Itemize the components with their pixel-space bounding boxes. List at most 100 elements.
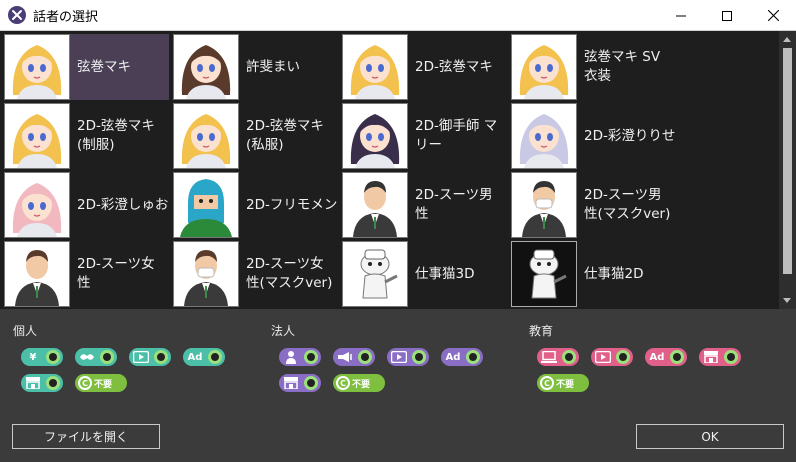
speaker-name: 2D-御手師 マ リー — [415, 118, 498, 153]
copyright-icon: C — [540, 376, 554, 390]
ad-badge: Ad — [645, 348, 687, 366]
speaker-item[interactable]: 2D-弦巻マキ (制服) — [4, 103, 169, 169]
video-play-icon — [387, 348, 411, 366]
speaker-avatar — [342, 103, 408, 169]
video-play-icon — [129, 348, 153, 366]
speaker-name: 2D-スーツ男 性 — [415, 187, 493, 222]
credit-not-required: 不要 — [556, 379, 575, 390]
speaker-item[interactable]: 2D-フリモメン — [173, 172, 338, 238]
modification-badge — [75, 348, 117, 366]
copyright-icon: C — [336, 376, 350, 390]
maximize-button[interactable] — [704, 0, 750, 31]
ad-badge: Ad — [441, 348, 483, 366]
speaker-name: 2D-弦巻マキ (制服) — [77, 118, 155, 153]
speaker-item[interactable]: 2D-弦巻マキ (私服) — [173, 103, 338, 169]
speaker-item[interactable]: 許斐まい — [173, 34, 338, 100]
speaker-name: 2D-スーツ女 性 — [77, 256, 155, 291]
speaker-item[interactable]: 2D-御手師 マ リー — [342, 103, 507, 169]
speaker-avatar — [511, 241, 577, 307]
shop-icon — [699, 348, 723, 366]
credit-not-required: 不要 — [352, 379, 371, 390]
speaker-name: 許斐まい — [246, 58, 300, 75]
close-icon — [767, 10, 779, 21]
shop-badge — [279, 374, 321, 392]
ad-icon: Ad — [445, 351, 461, 363]
ad-icon: Ad — [649, 351, 665, 363]
speaker-name: 弦巻マキ SV 衣装 — [584, 49, 661, 84]
speaker-avatar — [342, 241, 408, 307]
speaker-avatar — [511, 172, 577, 238]
speaker-avatar — [4, 172, 70, 238]
video-badge — [387, 348, 429, 366]
window-title: 話者の選択 — [33, 9, 99, 25]
license-group-corporate: 法人 Ad C 不要 — [270, 322, 483, 392]
speaker-name: 2D-スーツ男 性(マスクver) — [584, 187, 671, 222]
broadcast-badge — [333, 348, 375, 366]
title-bar: 話者の選択 — [0, 0, 796, 31]
speaker-avatar — [511, 103, 577, 169]
person-badge — [279, 348, 321, 366]
speaker-avatar — [173, 103, 239, 169]
speaker-name: 仕事猫2D — [584, 265, 644, 282]
speaker-avatar — [173, 241, 239, 307]
computer-icon — [537, 348, 561, 366]
speaker-avatar — [511, 34, 577, 100]
speaker-item[interactable]: 仕事猫2D — [511, 241, 676, 307]
yen-icon: ¥ — [29, 351, 37, 363]
credit-badge: C 不要 — [537, 374, 589, 392]
minimize-button[interactable] — [658, 0, 704, 31]
shop-icon — [279, 374, 303, 392]
speaker-name: 2D-彩澄りりせ — [584, 127, 676, 144]
copyright-icon: C — [78, 376, 92, 390]
shop-badge — [699, 348, 741, 366]
speaker-item[interactable]: 2D-彩澄しゅお — [4, 172, 169, 238]
speaker-name: 2D-フリモメン — [246, 196, 338, 213]
license-group-personal: 個人 ¥ Ad C 不要 — [12, 322, 225, 392]
speaker-item[interactable]: 2D-スーツ男 性(マスクver) — [511, 172, 676, 238]
speaker-name: 2D-弦巻マキ (私服) — [246, 118, 324, 153]
shop-icon — [21, 374, 45, 392]
ad-badge: Ad — [183, 348, 225, 366]
speaker-avatar — [342, 34, 408, 100]
speaker-avatar — [4, 34, 70, 100]
close-button[interactable] — [750, 0, 796, 31]
scroll-up-icon[interactable] — [783, 37, 791, 42]
speaker-avatar — [4, 103, 70, 169]
video-play-icon — [591, 348, 615, 366]
speaker-item[interactable]: 2D-彩澄りりせ — [511, 103, 676, 169]
handshake-icon — [75, 348, 99, 366]
speaker-avatar — [173, 34, 239, 100]
speaker-avatar — [342, 172, 408, 238]
minimize-icon — [676, 15, 686, 16]
ok-button[interactable]: OK — [636, 424, 784, 449]
maximize-icon — [722, 10, 732, 21]
speaker-item[interactable]: 弦巻マキ SV 衣装 — [511, 34, 676, 100]
vertical-scrollbar[interactable] — [779, 31, 796, 309]
credit-not-required: 不要 — [94, 379, 113, 390]
license-panel: 個人 ¥ Ad C 不要 法人 Ad C 不要 教育 Ad C 不要 ファイルを… — [0, 309, 796, 462]
video-badge — [591, 348, 633, 366]
license-title-education: 教育 — [529, 324, 554, 338]
credit-badge: C 不要 — [75, 374, 127, 392]
speaker-name: 2D-彩澄しゅお — [77, 196, 169, 213]
speaker-list: 弦巻マキ 許斐まい 2D-弦巻マキ 弦巻マキ SV 衣装 2D-弦巻マキ (制服… — [0, 31, 796, 309]
speaker-name: 仕事猫3D — [415, 265, 475, 282]
speaker-item[interactable]: 2D-スーツ女 性(マスクver) — [173, 241, 338, 307]
scrollbar-thumb[interactable] — [783, 48, 792, 274]
speaker-item[interactable]: 2D-スーツ男 性 — [342, 172, 507, 238]
speaker-item[interactable]: 弦巻マキ — [4, 34, 169, 100]
speaker-name: 弦巻マキ — [77, 58, 131, 75]
open-file-button[interactable]: ファイルを開く — [12, 424, 160, 449]
credit-badge: C 不要 — [333, 374, 385, 392]
scroll-down-icon[interactable] — [783, 298, 791, 303]
license-title-personal: 個人 — [13, 324, 38, 338]
speaker-name: 2D-弦巻マキ — [415, 58, 493, 75]
speaker-item[interactable]: 2D-スーツ女 性 — [4, 241, 169, 307]
speaker-item[interactable]: 2D-弦巻マキ — [342, 34, 507, 100]
speaker-item[interactable]: 仕事猫3D — [342, 241, 507, 307]
megaphone-icon — [333, 348, 357, 366]
license-group-education: 教育 Ad C 不要 — [528, 322, 741, 392]
app-logo-icon — [8, 6, 26, 24]
shop-badge — [21, 374, 63, 392]
ad-icon: Ad — [187, 351, 203, 363]
